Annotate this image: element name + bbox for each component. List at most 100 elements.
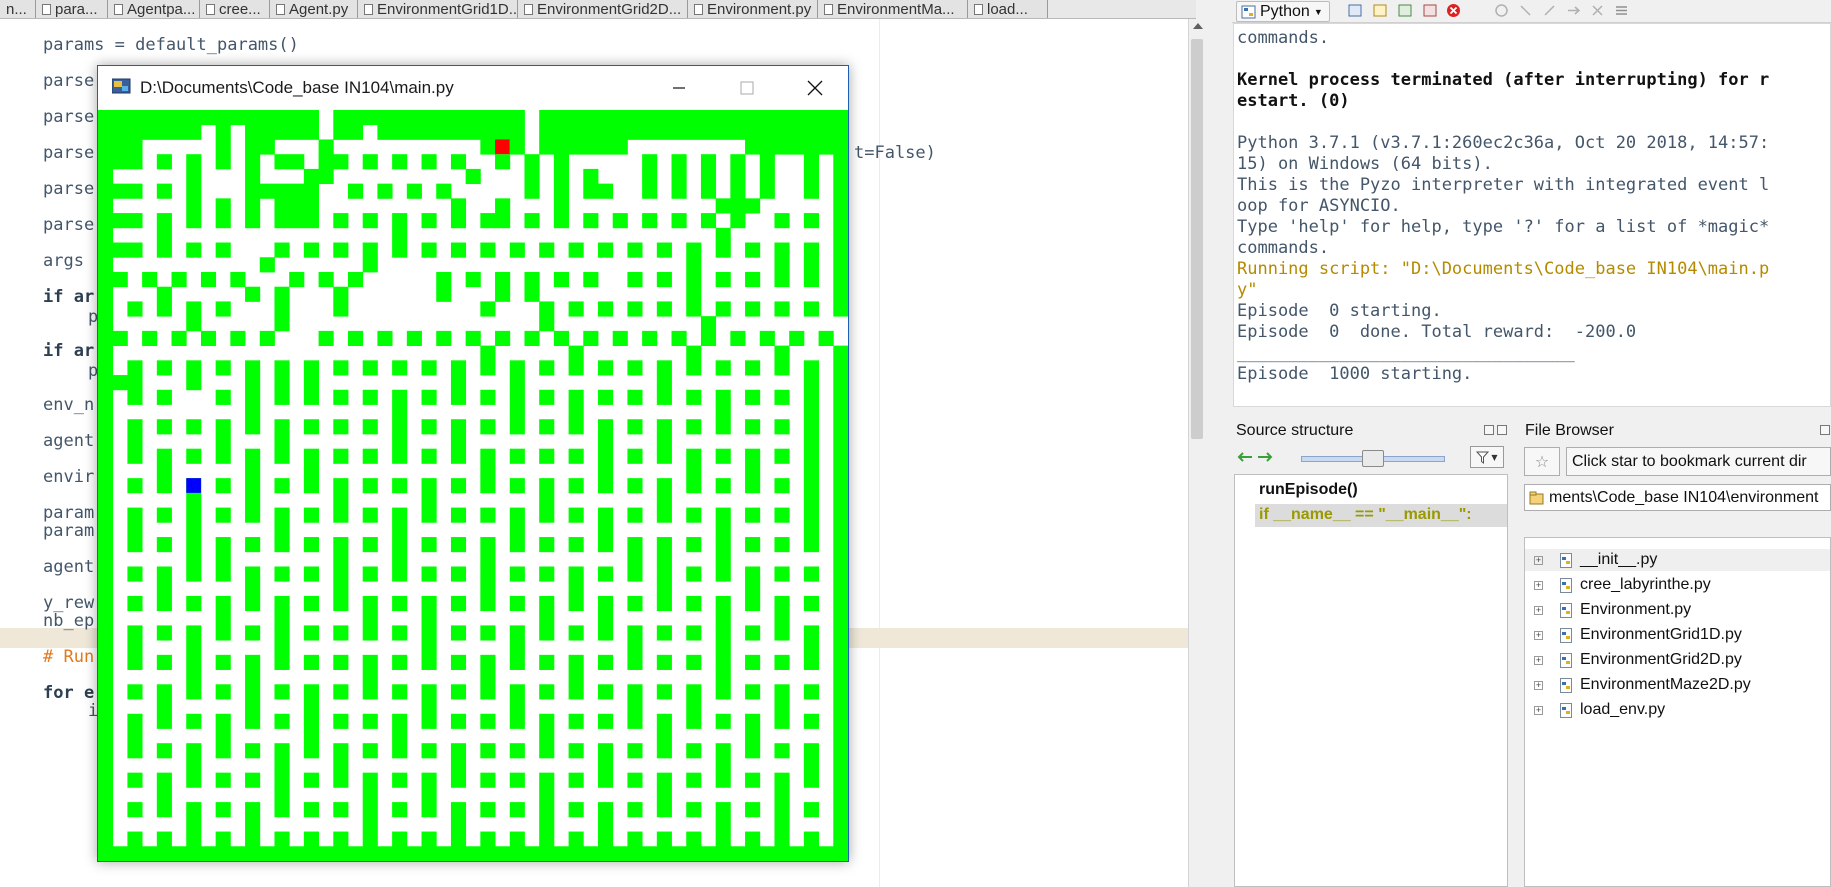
file-item[interactable]: + EnvironmentMaze2D.py	[1525, 674, 1830, 696]
maze-wall	[539, 448, 555, 464]
python-shell[interactable]: commands. Kernel process terminated (afte…	[1233, 23, 1831, 407]
maze-wall	[715, 625, 731, 641]
debug-step-over-icon[interactable]	[1566, 3, 1581, 18]
file-item[interactable]: + Environment.py	[1525, 599, 1830, 621]
expand-icon[interactable]: +	[1534, 680, 1543, 690]
stack-list-icon[interactable]	[1614, 3, 1629, 18]
source-structure-tree[interactable]: runEpisode() if __name__ == "__main__":	[1234, 474, 1508, 887]
maze-wall	[745, 389, 761, 405]
zoom-slider-handle[interactable]	[1362, 450, 1384, 467]
debug-close-icon[interactable]	[1590, 3, 1605, 18]
filter-button[interactable]: ▼	[1470, 446, 1504, 468]
refresh-icon[interactable]	[1398, 3, 1413, 18]
maze-wall	[833, 286, 848, 302]
expand-icon[interactable]: +	[1534, 630, 1543, 640]
editor-tab[interactable]: load...	[968, 0, 1048, 18]
maze-wall	[686, 684, 702, 700]
close-button[interactable]	[781, 66, 849, 110]
maze-wall	[156, 154, 172, 170]
file-item[interactable]: + load_env.py	[1525, 699, 1830, 721]
path-field[interactable]: ments\Code_base IN104\environment	[1524, 484, 1831, 511]
maze-wall	[480, 684, 496, 700]
maze-wall	[627, 389, 643, 405]
expand-icon[interactable]: +	[1534, 580, 1543, 590]
maze-wall	[480, 448, 496, 464]
maze-wall	[362, 787, 378, 803]
maze-wall	[480, 463, 496, 479]
maze-wall	[406, 183, 422, 199]
file-name: __init__.py	[1580, 551, 1658, 568]
maze-wall	[803, 757, 819, 774]
editor-scrollbar[interactable]	[1188, 19, 1206, 887]
maze-wall	[509, 448, 525, 464]
dock-float-icon[interactable]	[1820, 425, 1830, 435]
maximize-button[interactable]	[713, 66, 781, 110]
maze-wall	[127, 433, 143, 450]
maze-window[interactable]: D:\Documents\Code_base IN104\main.py	[97, 65, 849, 862]
maze-wall	[245, 375, 261, 391]
nav-forward-icon[interactable]	[1256, 451, 1274, 463]
structure-item[interactable]: if __name__ == "__main__":	[1259, 506, 1472, 524]
maze-wall	[200, 271, 217, 288]
scrollbar-thumb[interactable]	[1191, 39, 1203, 439]
file-item[interactable]: + __init__.py	[1525, 549, 1830, 571]
kernel-selector[interactable]: Python ▼	[1236, 1, 1330, 22]
editor-tab[interactable]: EnvironmentGrid2D...	[518, 0, 688, 18]
maze-wall	[598, 772, 614, 788]
nav-back-icon[interactable]	[1236, 451, 1254, 463]
maze-wall	[436, 271, 452, 288]
dock-close-icon[interactable]	[1497, 425, 1507, 435]
file-list[interactable]: + __init__.py + cree_labyrinthe.py + Environm…	[1524, 537, 1831, 887]
editor-tab[interactable]: EnvironmentGrid1D...	[358, 0, 518, 18]
new-shell-icon[interactable]	[1348, 3, 1363, 18]
editor-tab[interactable]: Agent.py	[270, 0, 358, 18]
expand-icon[interactable]: +	[1534, 605, 1543, 615]
maze-wall	[627, 625, 643, 641]
terminate-icon[interactable]	[1446, 3, 1461, 18]
maze-wall	[480, 713, 496, 729]
dock-float-icon[interactable]	[1484, 425, 1494, 435]
maze-wall	[127, 743, 143, 759]
file-item[interactable]: + EnvironmentGrid2D.py	[1525, 649, 1830, 671]
file-item[interactable]: + EnvironmentGrid1D.py	[1525, 624, 1830, 646]
maze-wall	[612, 213, 628, 229]
maze-wall	[583, 183, 614, 199]
editor-tab[interactable]: Agentpa...	[108, 0, 200, 18]
maze-wall	[98, 360, 114, 376]
maze-wall	[539, 713, 555, 729]
expand-icon[interactable]: +	[1534, 655, 1543, 665]
maze-wall	[656, 831, 672, 847]
maze-wall	[833, 551, 848, 567]
edit-config-icon[interactable]	[1373, 3, 1388, 18]
debug-step-out-icon[interactable]	[1542, 3, 1557, 18]
editor-tab[interactable]: para...	[36, 0, 108, 18]
maze-wall	[715, 537, 731, 553]
window-titlebar[interactable]: D:\Documents\Code_base IN104\main.py	[98, 66, 848, 110]
debug-step-icon[interactable]	[1518, 3, 1533, 18]
maze-wall	[98, 846, 848, 861]
minimize-button[interactable]	[645, 66, 713, 110]
maze-wall	[127, 728, 143, 744]
maze-wall	[333, 492, 349, 508]
file-item[interactable]: + cree_labyrinthe.py	[1525, 574, 1830, 596]
editor-tab[interactable]: cree...	[200, 0, 270, 18]
code-line: args	[43, 251, 84, 271]
maze-wall	[450, 198, 467, 214]
editor-tab[interactable]: n...	[0, 0, 36, 18]
bookmark-hint-button[interactable]: Click star to bookmark current dir	[1566, 447, 1831, 476]
expand-icon[interactable]: +	[1534, 705, 1543, 715]
debug-stop-icon[interactable]	[1494, 3, 1509, 18]
maze-grid	[98, 110, 848, 861]
scroll-up-icon[interactable]	[1193, 23, 1203, 29]
editor-tab[interactable]: EnvironmentMa...	[818, 0, 968, 18]
editor-tab[interactable]: Environment.py	[688, 0, 818, 18]
star-bookmark-button[interactable]: ☆	[1524, 447, 1560, 476]
maze-wall	[539, 316, 555, 332]
maze-wall	[392, 404, 408, 420]
path-text: ments\Code_base IN104\environment	[1549, 488, 1819, 506]
maze-wall	[186, 802, 202, 818]
maze-wall	[215, 684, 231, 700]
expand-icon[interactable]: +	[1534, 555, 1543, 565]
structure-item[interactable]: runEpisode()	[1259, 481, 1358, 499]
restart-icon[interactable]	[1423, 3, 1438, 18]
